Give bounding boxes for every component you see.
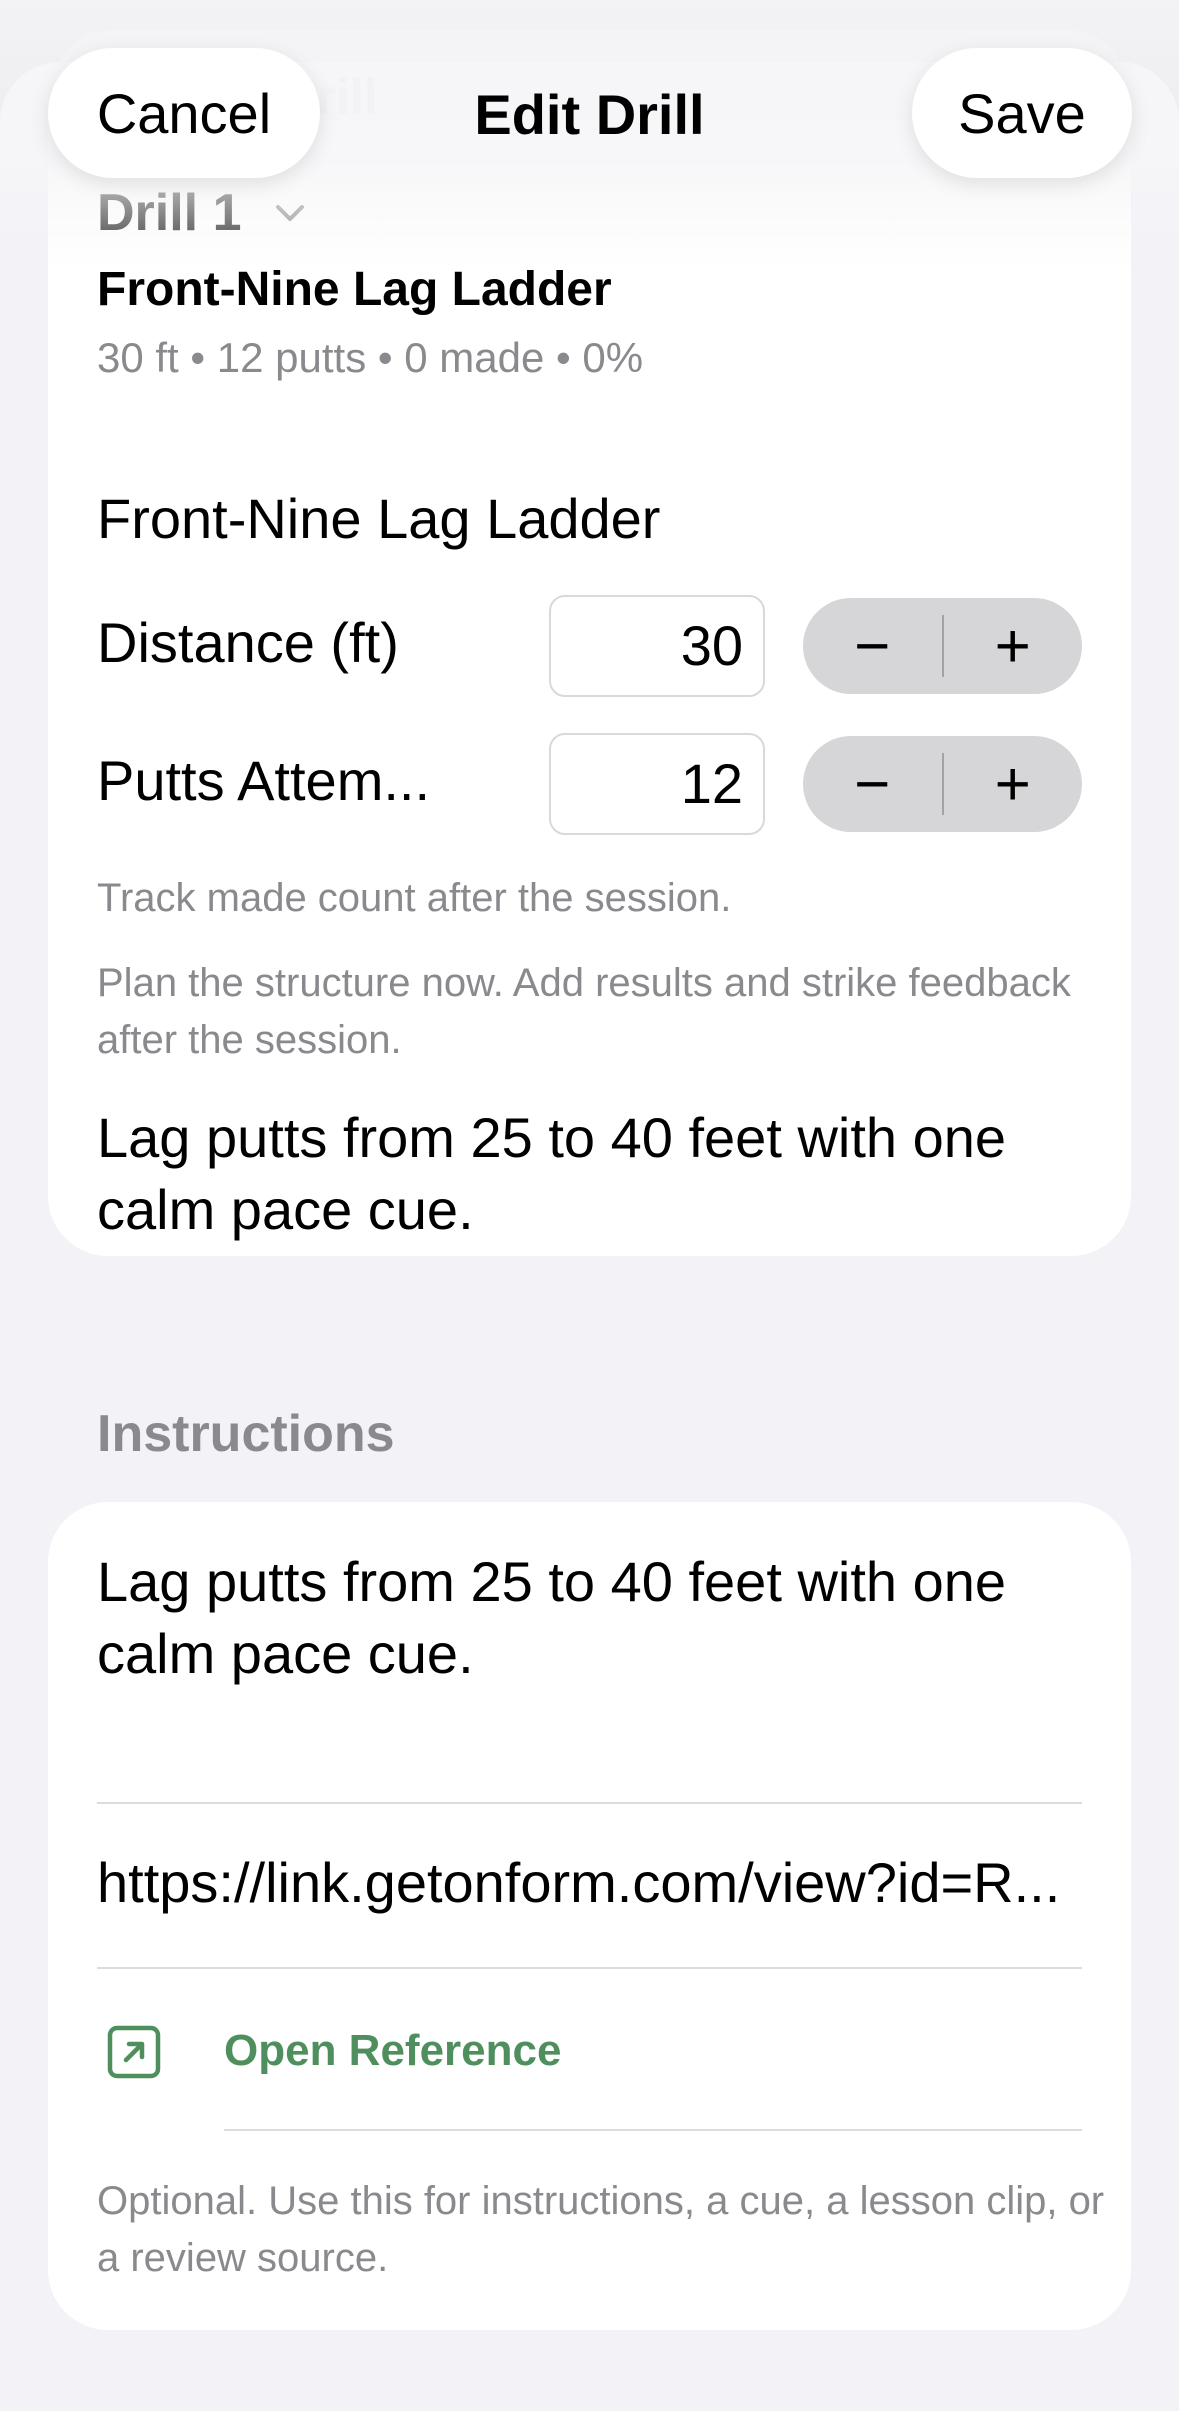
arrow-up-right-square-icon[interactable]: [106, 2024, 162, 2080]
drill-summary: 30 ft • 12 putts • 0 made • 0%: [97, 334, 644, 381]
divider: [224, 2129, 1082, 2131]
distance-label: Distance (ft): [97, 611, 399, 674]
instructions-section-header: Instructions: [97, 1405, 395, 1463]
drill-selector-label: Drill 1: [97, 184, 242, 242]
save-button[interactable]: Save: [912, 48, 1132, 178]
putts-increment-button[interactable]: +: [944, 736, 1083, 832]
drill-name-heading: Front-Nine Lag Ladder: [97, 263, 612, 316]
putts-decrement-button[interactable]: −: [803, 736, 942, 832]
plan-note: Plan the structure now. Add results and …: [97, 961, 1071, 1062]
open-reference-button[interactable]: Open Reference: [224, 2026, 561, 2076]
drill-description: Lag putts from 25 to 40 feet with one ca…: [97, 1106, 1007, 1241]
instructions-text-field[interactable]: Lag putts from 25 to 40 feet with one ca…: [97, 1546, 1097, 1690]
distance-stepper[interactable]: − +: [803, 598, 1082, 694]
putts-attempted-stepper[interactable]: − +: [803, 736, 1082, 832]
reference-footer-note: Optional. Use this for instructions, a c…: [97, 2179, 1105, 2280]
drill-selector[interactable]: Drill 1: [97, 183, 308, 243]
distance-decrement-button[interactable]: −: [803, 598, 942, 694]
divider: [97, 1967, 1082, 1969]
track-note: Track made count after the session.: [97, 876, 732, 920]
chevron-down-icon: [275, 205, 304, 221]
distance-increment-button[interactable]: +: [944, 598, 1083, 694]
divider: [97, 1802, 1082, 1804]
putts-attempted-label: Putts Attem...: [97, 749, 431, 812]
distance-field[interactable]: 30: [549, 595, 765, 697]
putts-attempted-field[interactable]: 12: [549, 733, 765, 835]
reference-url-field[interactable]: https://link.getonform.com/view?id=R...: [97, 1850, 1082, 1915]
drill-name-field[interactable]: Front-Nine Lag Ladder: [97, 486, 660, 551]
